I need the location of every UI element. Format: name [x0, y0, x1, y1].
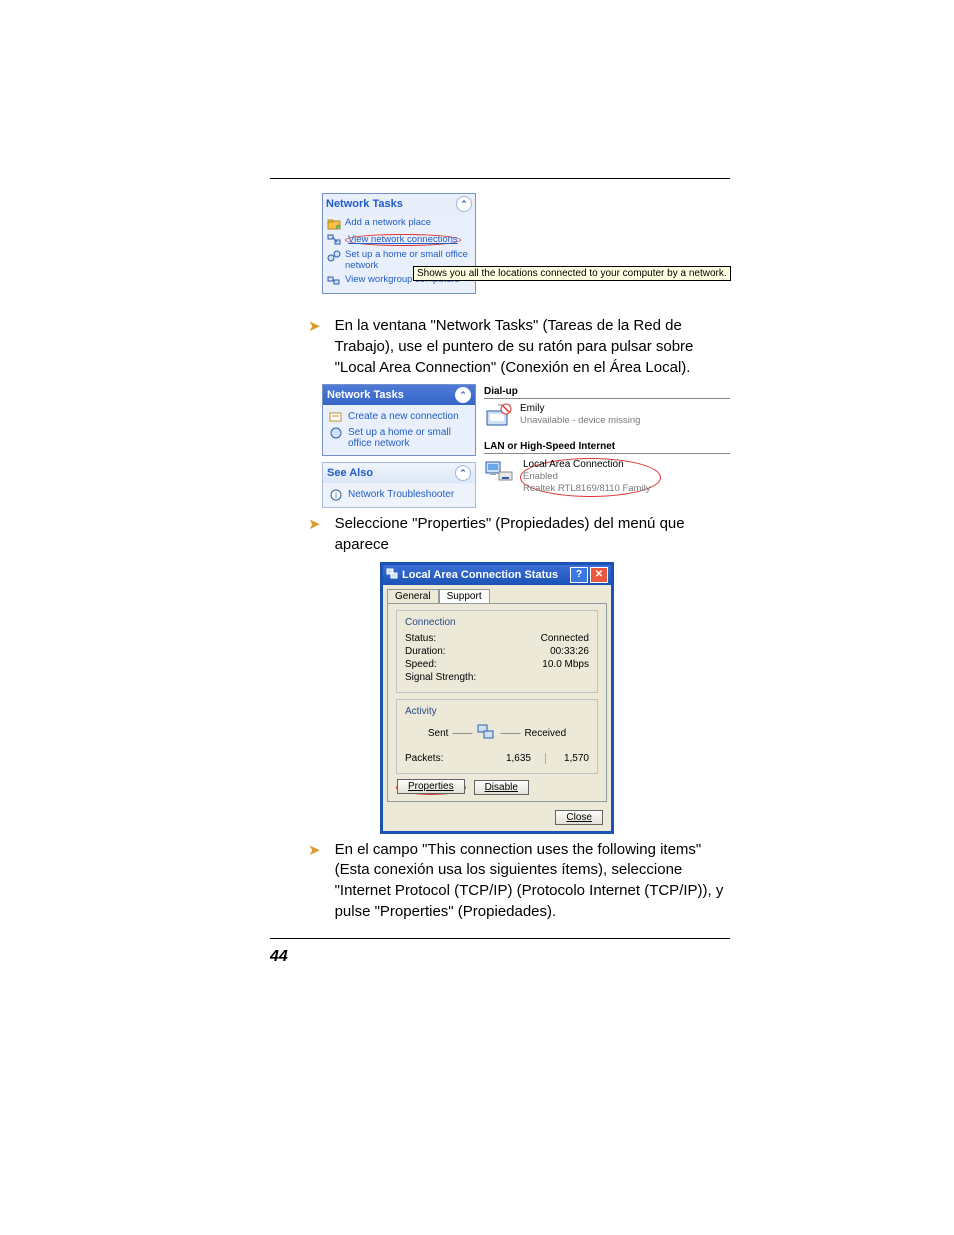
connection-status: Unavailable - device missing [520, 415, 640, 426]
task-label: Add a network place [345, 218, 431, 228]
collapse-icon[interactable]: ⌃ [456, 196, 472, 212]
duration-label: Duration: [405, 646, 446, 657]
tab-support[interactable]: Support [439, 589, 490, 603]
properties-button[interactable]: Properties [397, 779, 465, 794]
received-label: Received [524, 728, 566, 739]
help-button[interactable]: ? [570, 567, 588, 583]
bottom-rule [270, 938, 730, 939]
duration-value: 00:33:26 [550, 646, 589, 657]
see-also-troubleshooter[interactable]: i Network Troubleshooter [329, 487, 469, 503]
bullet-arrow-icon: ➤ [308, 316, 321, 378]
signal-label: Signal Strength: [405, 672, 476, 683]
collapse-icon[interactable]: ⌃ [455, 465, 471, 481]
new-connection-icon [329, 411, 343, 423]
home-network-icon [329, 427, 343, 439]
bullet-arrow-icon: ➤ [308, 840, 321, 923]
connection-legend: Connection [403, 617, 458, 628]
sent-label: Sent [428, 728, 449, 739]
network-icon [386, 567, 398, 582]
disable-button[interactable]: Disable [474, 780, 529, 795]
page-number: 44 [270, 948, 288, 966]
activity-icon [476, 723, 496, 744]
lan-icon [484, 458, 514, 486]
packets-label: Packets: [405, 753, 443, 764]
speed-label: Speed: [405, 659, 437, 670]
network-tasks-panel2: Network Tasks ⌃ Create a new connection … [322, 384, 476, 456]
bullet-text: Seleccione "Properties" (Propiedades) de… [335, 514, 730, 555]
home-network-icon [327, 250, 341, 262]
close-button[interactable]: Close [555, 810, 603, 825]
speed-value: 10.0 Mbps [542, 659, 589, 670]
dialog-title: Local Area Connection Status [402, 569, 558, 581]
see-also-panel: See Also ⌃ i Network Troubleshooter [322, 462, 476, 508]
tooltip: Shows you all the locations connected to… [413, 266, 731, 281]
collapse-icon[interactable]: ⌃ [455, 387, 471, 403]
dialup-connection[interactable]: Emily Unavailable - device missing [484, 403, 730, 431]
lac-status-dialog: Local Area Connection Status ? ✕ General… [380, 562, 614, 834]
status-label: Status: [405, 633, 436, 644]
dash-icon: —— [452, 728, 472, 739]
figure-network-tasks-panel: Network Tasks ⌃ + Add a network place Vi… [322, 193, 730, 294]
bullet-text: En el campo "This connection uses the fo… [335, 840, 730, 923]
panel-header: See Also [327, 467, 373, 479]
connection-name: Emily [520, 403, 640, 415]
svg-text:i: i [335, 491, 337, 500]
panel-header: Network Tasks [327, 389, 404, 401]
folder-add-icon: + [327, 218, 341, 230]
computers-icon [327, 275, 341, 287]
task-add-network-place[interactable]: + Add a network place [327, 216, 471, 232]
task-create-connection[interactable]: Create a new connection [329, 409, 469, 425]
tab-general[interactable]: General [387, 589, 439, 603]
connection-device: Realtek RTL8169/8110 Family [523, 483, 650, 494]
packets-sent: 1,635 [506, 753, 546, 764]
lan-connection[interactable]: Local Area Connection Enabled Realtek RT… [484, 458, 730, 497]
task-setup-home-network[interactable]: Set up a home or small office network [329, 425, 469, 451]
bullet-text: En la ventana "Network Tasks" (Tareas de… [335, 316, 730, 378]
connection-status: Enabled [523, 471, 650, 482]
bullet-arrow-icon: ➤ [308, 514, 321, 555]
task-label: Set up a home or small office network [348, 427, 469, 449]
network-icon [327, 234, 341, 246]
group-dialup: Dial-up [484, 386, 730, 399]
task-view-connections[interactable]: View network connections [327, 232, 471, 248]
status-value: Connected [541, 633, 589, 644]
dash-icon: —— [500, 728, 520, 739]
figure-connections-window: Network Tasks ⌃ Create a new connection … [322, 384, 730, 508]
activity-legend: Activity [403, 706, 439, 717]
dialup-icon [484, 403, 514, 431]
top-rule [270, 178, 730, 179]
connection-name: Local Area Connection [523, 459, 650, 471]
item-label: Network Troubleshooter [348, 489, 454, 501]
group-lan: LAN or High-Speed Internet [484, 441, 730, 454]
network-tasks-header: Network Tasks [326, 198, 403, 210]
task-label: View network connections [345, 234, 461, 246]
task-label: Create a new connection [348, 411, 459, 423]
close-button[interactable]: ✕ [590, 567, 608, 583]
packets-received: 1,570 [564, 753, 589, 764]
info-icon: i [329, 489, 343, 501]
